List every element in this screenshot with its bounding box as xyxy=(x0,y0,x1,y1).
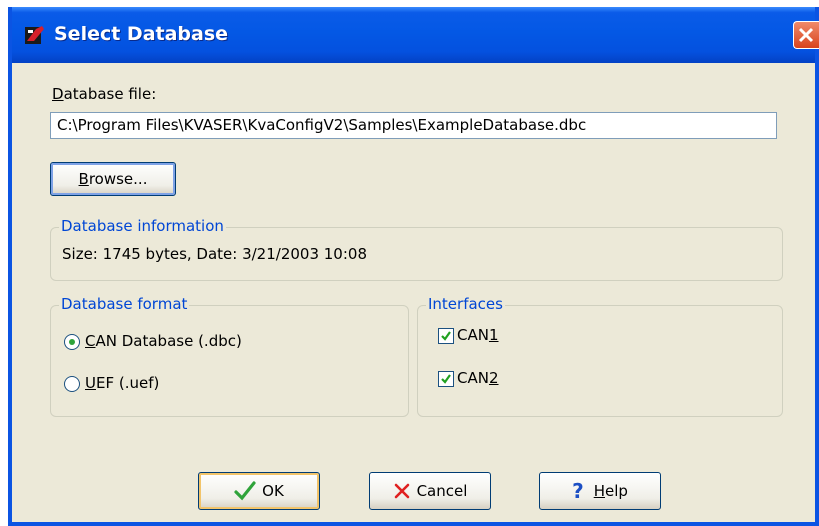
ok-button-label: OK xyxy=(262,482,284,500)
checkbox-can1-label[interactable]: CAN1 xyxy=(457,326,499,344)
checkmark-icon xyxy=(441,374,451,384)
radio-uef-label[interactable]: UEF (.uef) xyxy=(85,374,159,392)
help-button-label: Help xyxy=(593,482,628,500)
radio-button[interactable] xyxy=(64,376,80,392)
cancel-button[interactable]: Cancel xyxy=(369,472,491,510)
checkmark-icon xyxy=(441,331,451,341)
select-database-dialog: Select Database Database file: C:\Progra… xyxy=(8,7,819,526)
database-information-legend: Database information xyxy=(59,217,226,235)
database-file-label: Database file: xyxy=(52,85,157,103)
window-title: Select Database xyxy=(54,23,229,45)
question-mark-icon: ? xyxy=(572,479,584,503)
title-bar[interactable]: Select Database xyxy=(12,7,819,63)
browse-button[interactable]: Browse... xyxy=(50,162,176,196)
database-format-group: Database format CAN Database (.dbc) UEF … xyxy=(50,295,409,417)
database-information-text: Size: 1745 bytes, Date: 3/21/2003 10:08 xyxy=(62,245,367,263)
radio-button-selected[interactable] xyxy=(64,334,80,350)
dialog-content: Database file: C:\Program Files\KVASER\K… xyxy=(12,63,815,522)
interfaces-legend: Interfaces xyxy=(426,295,505,313)
browse-button-label: Browse... xyxy=(78,170,148,188)
help-button[interactable]: ? Help xyxy=(539,472,661,510)
checkbox-checked[interactable] xyxy=(438,328,454,344)
database-information-group: Database information Size: 1745 bytes, D… xyxy=(50,217,783,281)
database-format-legend: Database format xyxy=(59,295,190,313)
interfaces-group: Interfaces CAN1 CAN2 xyxy=(417,295,783,417)
checkmark-icon xyxy=(234,481,256,501)
radio-can-database-label[interactable]: CAN Database (.dbc) xyxy=(85,332,242,350)
database-app-icon xyxy=(24,24,46,46)
cancel-button-label: Cancel xyxy=(416,482,468,500)
database-file-input[interactable]: C:\Program Files\KVASER\KvaConfigV2\Samp… xyxy=(50,112,777,139)
ok-button[interactable]: OK xyxy=(198,472,320,510)
cancel-x-icon xyxy=(393,482,411,500)
checkbox-can2-label[interactable]: CAN2 xyxy=(457,369,499,387)
checkbox-checked[interactable] xyxy=(438,371,454,387)
close-button[interactable] xyxy=(793,21,819,49)
